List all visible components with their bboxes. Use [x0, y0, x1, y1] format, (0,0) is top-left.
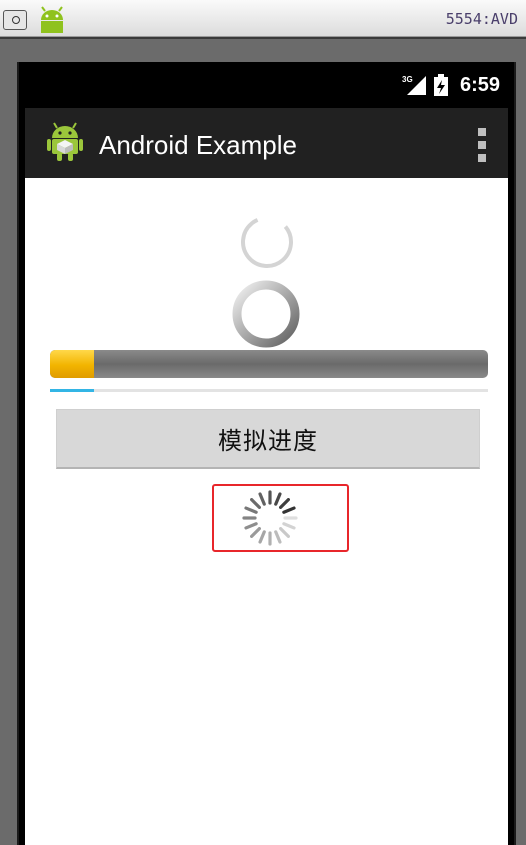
spinner-spoke	[258, 530, 266, 544]
spinner-spoke	[282, 506, 296, 514]
spinner-spoke	[274, 492, 282, 506]
device-screen: 3G 6:59 Android Example 模拟进度	[25, 62, 508, 845]
emulator-title: 5554:AVD	[445, 10, 518, 28]
progress-spinner-dotted	[241, 489, 299, 551]
overflow-dot	[478, 154, 486, 162]
app-launcher-icon[interactable]	[47, 122, 83, 166]
spinner-spoke	[244, 522, 258, 530]
status-bar: 3G 6:59	[25, 62, 508, 108]
emulator-menu-button[interactable]	[3, 10, 27, 30]
app-title: Android Example	[99, 130, 297, 160]
spinner-spoke	[279, 527, 290, 538]
action-bar: Android Example	[25, 108, 508, 180]
progress-spinner-large	[229, 277, 303, 355]
spinner-spoke	[282, 522, 296, 530]
spinner-spoke	[258, 492, 266, 506]
emulator-title-bar: 5554:AVD	[0, 0, 526, 37]
main-content: 模拟进度	[25, 178, 508, 845]
horizontal-progress-bar	[50, 350, 488, 378]
overflow-menu-icon[interactable]	[470, 128, 494, 162]
spinner-spoke	[244, 506, 258, 514]
holo-progress-bar	[50, 389, 488, 392]
device-frame: 3G 6:59 Android Example 模拟进度	[17, 62, 516, 845]
progress-spinner-small	[238, 213, 296, 275]
overflow-dot	[478, 128, 486, 136]
spinner-spoke	[250, 498, 261, 509]
status-time: 6:59	[459, 73, 500, 96]
horizontal-progress-fill	[50, 350, 94, 378]
holo-progress-fill	[50, 389, 94, 392]
spinner-spoke	[250, 527, 261, 538]
android-robot-icon	[36, 6, 68, 38]
signal-3g-icon: 3G	[402, 75, 426, 95]
battery-icon	[433, 74, 448, 96]
spinner-spoke	[279, 498, 290, 509]
network-type-label: 3G	[402, 75, 413, 84]
emulator-divider	[0, 37, 526, 39]
spinner-spoke	[274, 530, 282, 544]
status-indicators: 3G 6:59	[402, 74, 500, 96]
overflow-dot	[478, 141, 486, 149]
simulate-progress-button[interactable]: 模拟进度	[56, 409, 480, 469]
